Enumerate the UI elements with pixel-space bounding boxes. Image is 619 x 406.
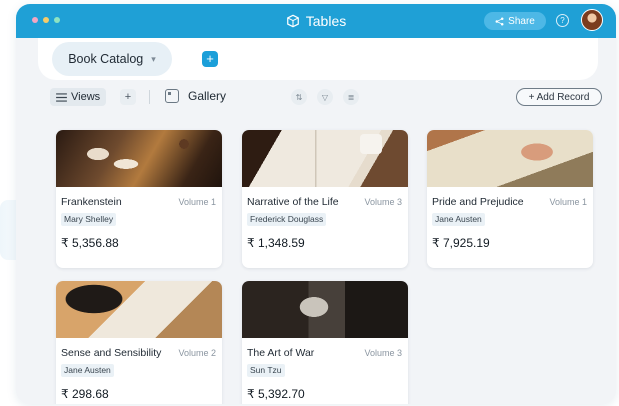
window-title-text: Tables <box>305 13 347 29</box>
book-cover-image <box>56 130 222 187</box>
toolbar-divider <box>149 90 150 104</box>
author-badge: Jane Austen <box>61 364 114 377</box>
record-card[interactable]: The Art of War Volume 3 Sun Tzu ₹ 5,392.… <box>242 281 408 404</box>
card-volume: Volume 1 <box>178 197 216 207</box>
author-badge: Sun Tzu <box>247 364 285 377</box>
card-volume: Volume 1 <box>549 197 587 207</box>
card-price: ₹ 5,356.88 <box>61 236 119 250</box>
card-volume: Volume 2 <box>178 348 216 358</box>
share-icon <box>495 17 504 25</box>
card-volume: Volume 3 <box>364 197 402 207</box>
coffee-cup-image <box>360 134 382 154</box>
record-card[interactable]: Narrative of the Life Volume 3 Frederick… <box>242 130 408 268</box>
tables-icon <box>286 14 299 28</box>
current-view-label[interactable]: Gallery <box>188 89 226 103</box>
record-card[interactable]: Sense and Sensibility Volume 2 Jane Aust… <box>56 281 222 404</box>
chevron-down-icon[interactable]: ▾ <box>151 54 156 65</box>
views-button-label: Views <box>71 91 101 103</box>
share-button-label: Share <box>508 15 535 27</box>
book-cover-image <box>242 281 408 338</box>
sort-icon[interactable]: ⇅ <box>291 89 307 105</box>
author-badge: Jane Austen <box>432 213 485 226</box>
filter-icon[interactable]: ▽ <box>317 89 333 105</box>
tab-bar: Book Catalog ▾ + <box>38 38 598 80</box>
group-icon[interactable]: ≣ <box>343 89 359 105</box>
book-cover-image <box>242 130 408 187</box>
author-badge: Frederick Douglass <box>247 213 327 226</box>
card-price: ₹ 298.68 <box>61 387 109 401</box>
card-price: ₹ 5,392.70 <box>247 387 305 401</box>
card-title: Sense and Sensibility <box>61 347 162 359</box>
book-cover-image <box>427 130 593 187</box>
card-title: Narrative of the Life <box>247 196 339 208</box>
card-price: ₹ 7,925.19 <box>432 236 490 250</box>
card-title: Frankenstein <box>61 196 122 208</box>
share-button[interactable]: Share <box>484 12 546 30</box>
card-volume: Volume 3 <box>364 348 402 358</box>
add-record-button[interactable]: + Add Record <box>516 88 602 106</box>
card-title: The Art of War <box>247 347 315 359</box>
user-avatar[interactable] <box>581 9 603 31</box>
title-bar: Tables Share ? <box>16 4 616 38</box>
app-window: Tables Share ? Book Catalog ▾ + Views + … <box>16 4 616 404</box>
views-button[interactable]: Views <box>50 88 107 106</box>
record-card[interactable]: Pride and Prejudice Volume 1 Jane Austen… <box>427 130 593 268</box>
tab-book-catalog[interactable]: Book Catalog ▾ <box>52 42 172 76</box>
view-toolbar: Views + Gallery ⇅ ▽ ≣ + Add Record <box>16 84 616 110</box>
add-view-button[interactable]: + <box>120 89 136 105</box>
help-icon[interactable]: ? <box>556 14 569 27</box>
record-card[interactable]: Frankenstein Volume 1 Mary Shelley ₹ 5,3… <box>56 130 222 268</box>
gallery-icon <box>165 89 179 103</box>
book-cover-image <box>56 281 222 338</box>
card-price: ₹ 1,348.59 <box>247 236 305 250</box>
menu-icon <box>56 92 67 102</box>
author-badge: Mary Shelley <box>61 213 117 226</box>
tab-label: Book Catalog <box>68 52 144 66</box>
card-title: Pride and Prejudice <box>432 196 524 208</box>
add-tab-button[interactable]: + <box>202 51 218 67</box>
